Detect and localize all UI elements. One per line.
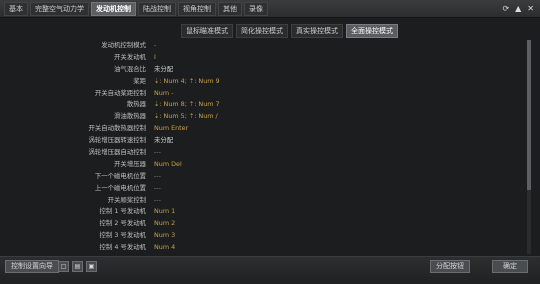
tab-2[interactable]: 发动机控制 <box>91 2 136 16</box>
binding-value[interactable]: - <box>154 40 156 52</box>
tab-5[interactable]: 其他 <box>218 2 242 16</box>
mode-tab-0[interactable]: 鼠标瞄准模式 <box>181 24 233 38</box>
save-file-icon[interactable]: ▣ <box>86 261 97 272</box>
binding-label: 控制 3 号发动机 <box>99 231 146 240</box>
binding-row[interactable]: 涡轮增压器转速控制 未分配 <box>6 135 526 147</box>
binding-label: 发动机控制模式 <box>101 41 146 49</box>
binding-row[interactable]: 开关自动散热器控制 Num Enter <box>6 123 526 135</box>
binding-value[interactable]: Num Del <box>154 159 182 171</box>
binding-label: 下一个磁电机位置 <box>94 171 146 180</box>
close-icon[interactable]: ✕ <box>527 3 534 14</box>
binding-value[interactable]: ⇣: Num 8; ⇡: Num 7 <box>154 99 220 111</box>
tab-6[interactable]: 录像 <box>244 2 268 16</box>
binding-value[interactable]: --- <box>154 183 161 195</box>
binding-row[interactable]: 控制 3 号发动机 Num 3 <box>6 230 526 242</box>
pin-icon[interactable]: ▲ <box>515 3 521 14</box>
binding-label: 涡轮增压器自动控制 <box>88 148 146 157</box>
binding-value[interactable]: Num Enter <box>154 123 188 135</box>
binding-label: 开关发动机 <box>114 52 146 61</box>
tab-1[interactable]: 完整空气动力学 <box>30 2 89 16</box>
binding-list: 发动机控制模式 - 开关发动机 I 油气混合比 未分配 桨距 ⇣: Num 4; ⇡: Num… <box>6 40 526 255</box>
binding-row[interactable]: 开关自动桨距控制 Num - <box>6 88 526 100</box>
tab-4[interactable]: 视角控制 <box>178 2 216 16</box>
binding-value[interactable]: Num 4 <box>154 242 175 254</box>
binding-value[interactable]: 未分配 <box>154 64 173 76</box>
ok-button[interactable]: 确定 <box>492 260 528 273</box>
binding-row[interactable]: 桨距 ⇣: Num 4; ⇡: Num 9 <box>6 76 526 88</box>
binding-label: 开关自动散热器控制 <box>88 124 146 133</box>
window-controls: ⟳ ▲ ✕ <box>502 3 534 14</box>
binding-label: 桨距 <box>133 76 146 85</box>
binding-value[interactable]: I <box>154 52 156 64</box>
binding-row[interactable]: 控制 4 号发动机 Num 4 <box>6 242 526 254</box>
binding-row[interactable]: 下一个磁电机位置 --- <box>6 171 526 183</box>
new-file-icon[interactable]: □ <box>58 261 69 272</box>
binding-value[interactable]: --- <box>154 195 161 207</box>
top-tab-bar: 基本 完整空气动力学 发动机控制 陆战控制 视角控制 其他 录像 ⟳ ▲ ✕ <box>0 0 540 18</box>
tab-3[interactable]: 陆战控制 <box>138 2 176 16</box>
binding-value[interactable]: 未分配 <box>154 135 173 147</box>
binding-label: 开关自动桨距控制 <box>94 88 146 97</box>
binding-value[interactable]: ⇣: Num 4; ⇡: Num 9 <box>154 76 220 88</box>
binding-value[interactable]: Num 3 <box>154 230 175 242</box>
binding-row[interactable]: 开关发动机 I <box>6 52 526 64</box>
binding-row[interactable]: 控制 2 号发动机 Num 2 <box>6 218 526 230</box>
binding-row[interactable]: 涡轮增压器自动控制 --- <box>6 147 526 159</box>
binding-value[interactable]: ⇣: Num 5; ⇡: Num / <box>154 111 218 123</box>
scrollbar-thumb[interactable] <box>527 40 531 190</box>
binding-row[interactable]: 开关顺桨控制 --- <box>6 195 526 207</box>
binding-label: 油气混合比 <box>114 64 146 73</box>
assign-button[interactable]: 分配按钮 <box>430 260 470 273</box>
binding-label: 滑油散热器 <box>114 112 146 121</box>
binding-value[interactable]: --- <box>154 147 161 159</box>
binding-value[interactable]: Num - <box>154 88 173 100</box>
binding-row[interactable]: 上一个磁电机位置 --- <box>6 183 526 195</box>
binding-row[interactable]: 油气混合比 未分配 <box>6 64 526 76</box>
binding-label: 开关顺桨控制 <box>107 195 146 204</box>
mode-tab-2[interactable]: 真实操控模式 <box>291 24 343 38</box>
binding-row[interactable]: 散热器 ⇣: Num 8; ⇡: Num 7 <box>6 99 526 111</box>
bottom-bar: 控制设置向导 □ ▤ ▣ 分配按钮 确定 <box>0 256 540 284</box>
binding-label: 控制 1 号发动机 <box>99 207 146 216</box>
control-wizard-button[interactable]: 控制设置向导 <box>5 260 59 273</box>
binding-label: 散热器 <box>126 100 146 109</box>
top-tabs: 基本 完整空气动力学 发动机控制 陆战控制 视角控制 其他 录像 <box>4 2 270 16</box>
binding-label: 控制 2 号发动机 <box>99 219 146 228</box>
binding-row[interactable]: 开关增压器 Num Del <box>6 159 526 171</box>
binding-row[interactable]: 发动机控制模式 - <box>6 40 526 52</box>
binding-row[interactable]: 控制 1 号发动机 Num 1 <box>6 206 526 218</box>
binding-label: 涡轮增压器转速控制 <box>88 136 146 145</box>
binding-label: 上一个磁电机位置 <box>94 183 146 192</box>
binding-row[interactable]: 滑油散热器 ⇣: Num 5; ⇡: Num / <box>6 111 526 123</box>
binding-value[interactable]: Num 1 <box>154 206 175 218</box>
binding-value[interactable]: --- <box>154 171 161 183</box>
open-file-icon[interactable]: ▤ <box>72 261 83 272</box>
control-mode-tabs: 鼠标瞄准模式 简化操控模式 真实操控模式 全面操控模式 <box>181 24 401 38</box>
mode-tab-3[interactable]: 全面操控模式 <box>346 24 398 38</box>
scrollbar[interactable] <box>527 40 531 254</box>
binding-label: 控制 4 号发动机 <box>99 243 146 252</box>
binding-value[interactable]: Num 2 <box>154 218 175 230</box>
control-mode-bar: 鼠标瞄准模式 简化操控模式 真实操控模式 全面操控模式 <box>0 22 540 39</box>
mode-tab-1[interactable]: 简化操控模式 <box>236 24 288 38</box>
binding-label: 开关增压器 <box>114 159 146 168</box>
refresh-icon[interactable]: ⟳ <box>502 3 509 14</box>
tab-0[interactable]: 基本 <box>4 2 28 16</box>
